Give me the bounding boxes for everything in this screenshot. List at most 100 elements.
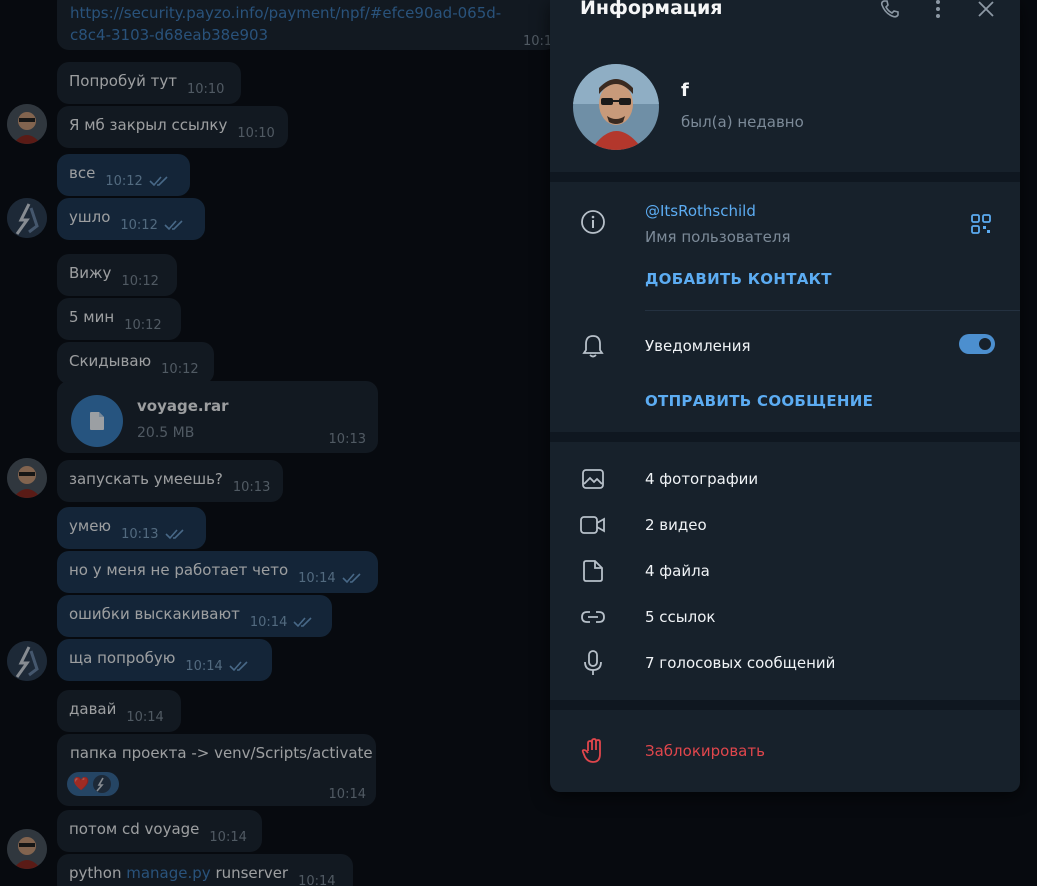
- message-time: 10:13: [232, 479, 271, 495]
- qr-code-icon: [971, 214, 991, 234]
- send-message-button[interactable]: ОТПРАВИТЬ СООБЩЕНИЕ: [645, 392, 873, 410]
- heart-icon: ❤️: [73, 776, 90, 792]
- photo-icon: [580, 466, 606, 492]
- message-time: 10:14: [328, 787, 366, 802]
- message-text: ща попробую: [69, 649, 176, 667]
- avatar[interactable]: [7, 104, 47, 144]
- message-bubble: Я мб закрыл ссылку 10:10: [57, 106, 288, 148]
- profile-avatar[interactable]: [573, 64, 659, 150]
- read-ticks-icon: [293, 617, 312, 628]
- read-ticks-icon: [149, 176, 168, 187]
- document-icon: [90, 412, 104, 430]
- message-time: 10:10: [186, 81, 225, 97]
- media-row-files[interactable]: 4 файла: [550, 548, 1020, 594]
- message-bubble: все 10:12: [57, 154, 190, 196]
- message-bubble: давай 10:14: [57, 690, 181, 732]
- avatar-photo: [7, 829, 47, 869]
- avatar[interactable]: [7, 198, 47, 238]
- media-row-links[interactable]: 5 ссылок: [550, 594, 1020, 640]
- divider-line: [645, 310, 1020, 311]
- read-ticks-icon: [164, 529, 184, 540]
- username-link[interactable]: @ItsRothschild: [645, 202, 756, 220]
- message-bubble: 5 мин 10:12: [57, 298, 181, 340]
- block-label: Заблокировать: [645, 742, 765, 760]
- hand-block-icon: [580, 738, 606, 764]
- toggle-knob: [977, 336, 993, 352]
- close-button[interactable]: [975, 0, 997, 18]
- read-ticks-icon: [164, 220, 183, 231]
- reaction-badge[interactable]: ❤️: [67, 772, 119, 796]
- avatar[interactable]: [7, 641, 47, 681]
- inline-link[interactable]: manage.py: [126, 864, 210, 882]
- phone-icon: [880, 0, 899, 18]
- more-button[interactable]: [927, 0, 949, 18]
- link-text[interactable]: https://security.payzo.info/payment/npf/…: [70, 2, 501, 46]
- reaction-avatar: [93, 775, 112, 793]
- message-text: Попробуй тут: [69, 72, 177, 90]
- profile-photo: [573, 64, 659, 150]
- user-info-panel: Информация f был(а) недавно @ItsRothschi…: [550, 0, 1020, 792]
- message-text: давай: [69, 700, 117, 718]
- avatar[interactable]: [7, 829, 47, 869]
- message-text: Я мб закрыл ссылку: [69, 116, 228, 134]
- message-time: 10:14: [209, 829, 247, 845]
- read-ticks-icon: [342, 573, 361, 584]
- file-download-button[interactable]: [71, 395, 123, 447]
- file-message[interactable]: voyage.rar 20.5 MB 10:13: [57, 381, 378, 453]
- message-text: запускать умеешь?: [69, 470, 223, 488]
- info-icon: [580, 209, 606, 235]
- read-ticks-icon: [229, 661, 248, 672]
- message-bubble: умею 10:13: [57, 507, 206, 549]
- media-row-photos[interactable]: 4 фотографии: [550, 456, 1020, 502]
- bell-icon: [580, 333, 606, 359]
- mic-icon: [580, 650, 606, 676]
- section-divider: [550, 172, 1020, 182]
- media-label: 2 видео: [645, 516, 707, 534]
- add-contact-button[interactable]: ДОБАВИТЬ КОНТАКТ: [645, 270, 832, 288]
- message-time: 10:13: [121, 526, 159, 542]
- media-row-voice[interactable]: 7 голосовых сообщений: [550, 640, 1020, 686]
- message-time: 10:14: [249, 614, 288, 630]
- media-label: 5 ссылок: [645, 608, 716, 626]
- file-icon: [580, 558, 606, 584]
- media-label: 4 файла: [645, 562, 710, 580]
- avatar-photo: [7, 458, 47, 498]
- message-bubble: Попробуй тут 10:10: [57, 62, 241, 104]
- message-text: ошибки выскакивают: [69, 605, 240, 623]
- avatar-photo: [7, 641, 47, 681]
- message-text: умею: [69, 517, 112, 535]
- message-text: папка проекта -> venv/Scripts/activate: [70, 744, 373, 762]
- video-icon: [580, 512, 606, 538]
- block-user-button[interactable]: Заблокировать: [550, 726, 1020, 776]
- message-text: python manage.py runserver: [69, 864, 289, 882]
- media-label: 7 голосовых сообщений: [645, 654, 836, 672]
- avatar[interactable]: [7, 458, 47, 498]
- panel-title: Информация: [580, 0, 723, 19]
- call-button[interactable]: [879, 0, 901, 18]
- message-time: 10:12: [121, 273, 159, 289]
- message-time: 10:14: [298, 570, 336, 586]
- message-time: 10:14: [126, 709, 164, 725]
- message-bubble: потом cd voyage 10:14: [57, 810, 262, 852]
- message-text: но у меня не работает чето: [69, 561, 289, 579]
- notifications-toggle[interactable]: [959, 334, 995, 354]
- link-message: https://security.payzo.info/payment/npf/…: [57, 0, 557, 50]
- qr-code-button[interactable]: [970, 213, 992, 235]
- message-text: 5 мин: [69, 308, 115, 326]
- message-time: 10:13: [328, 432, 366, 447]
- message-bubble: Скидываю 10:12: [57, 342, 214, 384]
- media-label: 4 фотографии: [645, 470, 759, 488]
- message-text: все: [69, 164, 96, 182]
- message-time: 10:14: [185, 658, 223, 674]
- close-icon: [978, 1, 994, 17]
- message-time: 10:12: [161, 361, 199, 377]
- section-divider: [550, 700, 1020, 710]
- message-time: 10:12: [124, 317, 162, 333]
- link-icon: [580, 604, 606, 630]
- message-time: 10:12: [120, 217, 158, 233]
- message-time: 10:10: [237, 125, 275, 141]
- message-bubble: папка проекта -> venv/Scripts/activate ❤…: [57, 734, 376, 806]
- avatar-photo: [7, 104, 47, 144]
- message-text: Скидываю: [69, 352, 152, 370]
- media-row-videos[interactable]: 2 видео: [550, 502, 1020, 548]
